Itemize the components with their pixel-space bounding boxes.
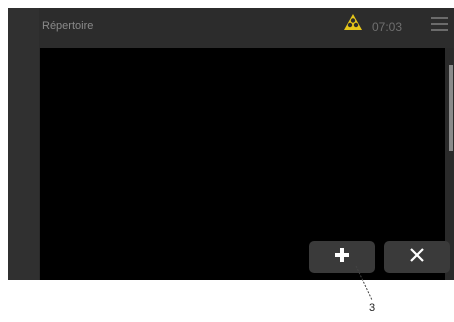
add-button[interactable] — [309, 241, 375, 273]
plus-icon — [335, 247, 349, 267]
annotation-callout-label: 3 — [369, 302, 376, 314]
header-bar: Répertoire 07:03 — [39, 8, 454, 48]
hamburger-menu-icon[interactable] — [431, 17, 448, 31]
left-bezel — [8, 8, 39, 280]
close-icon — [410, 247, 424, 267]
close-button[interactable] — [384, 241, 450, 273]
scrollbar[interactable] — [449, 65, 453, 151]
clock: 07:03 — [372, 20, 403, 34]
page-title: Répertoire — [42, 20, 94, 32]
warning-triangle-icon[interactable] — [343, 13, 363, 31]
